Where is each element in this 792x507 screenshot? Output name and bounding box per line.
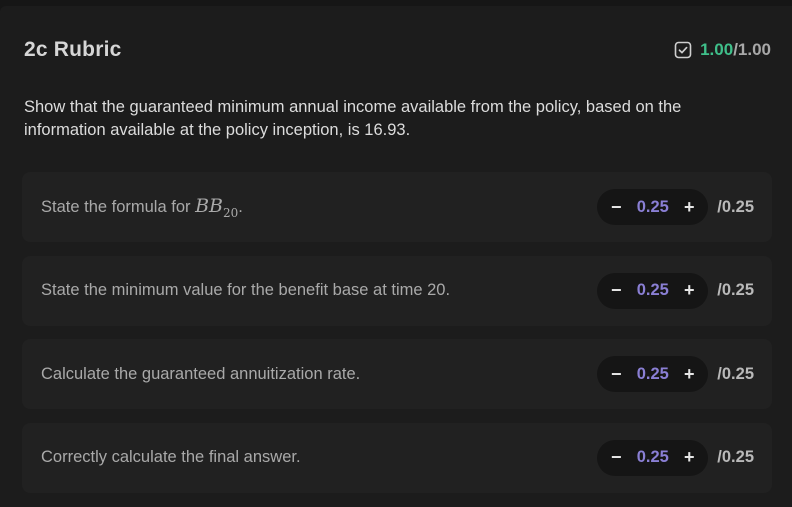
rubric-title: 2c Rubric [24,38,122,61]
math-subscript: 20 [223,205,239,220]
criterion-item: State the formula for BB20. − 0.25 + /0.… [22,172,772,242]
criteria-list: State the formula for BB20. − 0.25 + /0.… [22,172,772,506]
score-controls: − 0.25 + /0.25 [597,272,754,309]
max-score: /0.25 [717,448,754,466]
total-score-earned: 1.00 [700,40,734,59]
math-expression: BB20 [195,194,239,220]
score-stepper: − 0.25 + [597,189,709,225]
decrement-button[interactable]: − [609,447,623,468]
math-base: BB [195,194,224,217]
max-score: /0.25 [717,197,754,216]
decrement-button[interactable]: − [609,364,623,385]
criterion-item: State the minimum value for the benefit … [22,255,772,326]
criterion-item: Correctly calculate the final answer. − … [22,422,772,493]
score-value[interactable]: 0.25 [637,198,669,217]
criterion-label-text: State the formula for [41,197,196,216]
increment-button[interactable]: + [682,197,696,218]
criterion-item: Calculate the guaranteed annuitization r… [22,339,772,409]
score-controls: − 0.25 + /0.25 [597,439,754,476]
score-value[interactable]: 0.25 [637,365,669,384]
score-value[interactable]: 0.25 [637,281,669,300]
criterion-label: State the formula for BB20. [41,195,243,220]
increment-button[interactable]: + [682,280,696,301]
increment-button[interactable]: + [682,364,696,385]
score-controls: − 0.25 + /0.25 [597,189,754,225]
criterion-label: Calculate the guaranteed annuitization r… [41,364,361,383]
criterion-label-suffix: . [238,197,243,216]
score-value[interactable]: 0.25 [637,448,669,467]
score-stepper: − 0.25 + [597,356,709,392]
criterion-label: State the minimum value for the benefit … [41,281,451,299]
max-score: /0.25 [717,364,754,383]
score-stepper: − 0.25 + [597,272,709,309]
score-stepper: − 0.25 + [597,439,709,476]
rubric-header: 2c Rubric 1.00 /1.00 [24,36,771,64]
total-score-max: /1.00 [733,40,771,59]
total-score: 1.00 /1.00 [674,40,771,60]
rubric-panel: 2c Rubric 1.00 /1.00 Show that the guara… [0,6,792,507]
question-prompt: Show that the guaranteed minimum annual … [24,98,682,139]
max-score: /0.25 [717,281,754,299]
increment-button[interactable]: + [682,447,696,468]
decrement-button[interactable]: − [609,280,623,301]
checkbox-checked-icon [674,41,692,59]
score-controls: − 0.25 + /0.25 [597,356,754,392]
decrement-button[interactable]: − [609,197,623,218]
criterion-label: Correctly calculate the final answer. [41,448,301,466]
